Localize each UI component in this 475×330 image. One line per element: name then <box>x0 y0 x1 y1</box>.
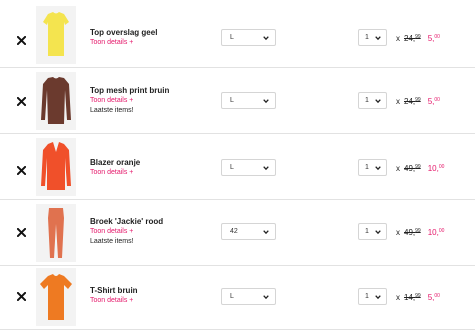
multiplier-sign: x <box>396 33 400 43</box>
chevron-down-icon <box>375 230 381 235</box>
multiplier-sign: x <box>396 292 400 302</box>
cart-row: Broek 'Jackie' rood Toon details + Laats… <box>0 200 475 266</box>
size-value: L <box>230 164 234 171</box>
sale-price: 5,00 <box>427 33 440 43</box>
size-select[interactable]: L <box>221 288 276 305</box>
chevron-down-icon <box>263 295 269 300</box>
price: x 49,99 10,00 <box>396 226 475 238</box>
remove-item-icon[interactable] <box>13 93 29 109</box>
product-name[interactable]: Blazer oranje <box>90 158 210 168</box>
size-value: 42 <box>230 228 238 235</box>
size-value: L <box>230 34 234 41</box>
show-details-link[interactable]: Toon details + <box>90 227 210 237</box>
quantity-value: 1 <box>365 97 369 104</box>
chevron-down-icon <box>263 36 269 41</box>
multiplier-sign: x <box>396 227 400 237</box>
product-image[interactable] <box>36 72 76 130</box>
garment-shape <box>41 77 71 124</box>
remove-item-icon[interactable] <box>13 32 29 48</box>
cart-row: T-Shirt bruin Toon details + L 1 x 14,99… <box>0 264 475 330</box>
quantity-select[interactable]: 1 <box>358 29 387 46</box>
price: x 24,99 5,00 <box>396 32 475 44</box>
price: x 24,99 5,00 <box>396 95 475 107</box>
old-price: 49,99 <box>404 227 421 237</box>
old-price: 49,99 <box>404 163 421 173</box>
stock-notice: Laatste items! <box>90 107 134 114</box>
sale-price: 10,00 <box>427 227 445 237</box>
garment-shape <box>48 208 64 258</box>
quantity-select[interactable]: 1 <box>358 223 387 240</box>
product-name[interactable]: Top mesh print bruin <box>90 86 210 96</box>
old-price: 24,99 <box>404 33 421 43</box>
garment-image <box>48 208 64 258</box>
product-image[interactable] <box>36 6 76 64</box>
garment-image <box>41 77 71 124</box>
show-details-link[interactable]: Toon details + <box>90 38 210 48</box>
show-details-link[interactable]: Toon details + <box>90 96 210 106</box>
chevron-down-icon <box>263 99 269 104</box>
old-price: 14,99 <box>404 292 421 302</box>
remove-item-icon[interactable] <box>13 224 29 240</box>
product-name[interactable]: Broek 'Jackie' rood <box>90 217 210 227</box>
garment-shape <box>43 12 69 56</box>
price: x 14,99 5,00 <box>396 291 475 303</box>
quantity-select[interactable]: 1 <box>358 92 387 109</box>
old-price: 24,99 <box>404 96 421 106</box>
product-image[interactable] <box>36 204 76 262</box>
chevron-down-icon <box>375 99 381 104</box>
remove-item-icon[interactable] <box>13 162 29 178</box>
size-select[interactable]: L <box>221 29 276 46</box>
multiplier-sign: x <box>396 163 400 173</box>
garment-image <box>40 274 72 320</box>
price: x 49,99 10,00 <box>396 162 475 174</box>
product-image[interactable] <box>36 138 76 196</box>
multiplier-sign: x <box>396 96 400 106</box>
product-name[interactable]: Top overslag geel <box>90 28 210 38</box>
chevron-down-icon <box>375 295 381 300</box>
garment-shape <box>40 274 72 320</box>
cart-row: Top overslag geel Toon details + L 1 x 2… <box>0 2 475 68</box>
chevron-down-icon <box>375 166 381 171</box>
cart-row: Top mesh print bruin Toon details + Laat… <box>0 68 475 134</box>
sale-price: 5,00 <box>427 292 440 302</box>
remove-item-icon[interactable] <box>13 288 29 304</box>
size-select[interactable]: L <box>221 159 276 176</box>
show-details-link[interactable]: Toon details + <box>90 168 210 178</box>
quantity-value: 1 <box>365 293 369 300</box>
garment-shape <box>41 142 71 190</box>
size-value: L <box>230 97 234 104</box>
chevron-down-icon <box>263 230 269 235</box>
quantity-select[interactable]: 1 <box>358 159 387 176</box>
garment-image <box>41 142 71 190</box>
quantity-value: 1 <box>365 228 369 235</box>
quantity-value: 1 <box>365 164 369 171</box>
product-name[interactable]: T-Shirt bruin <box>90 286 210 296</box>
garment-image <box>43 12 69 56</box>
product-image[interactable] <box>36 268 76 326</box>
show-details-link[interactable]: Toon details + <box>90 296 210 306</box>
stock-notice: Laatste items! <box>90 238 134 245</box>
quantity-value: 1 <box>365 34 369 41</box>
quantity-select[interactable]: 1 <box>358 288 387 305</box>
chevron-down-icon <box>375 36 381 41</box>
size-select[interactable]: 42 <box>221 223 276 240</box>
size-value: L <box>230 293 234 300</box>
sale-price: 5,00 <box>427 96 440 106</box>
cart-row: Blazer oranje Toon details + L 1 x 49,99… <box>0 134 475 200</box>
size-select[interactable]: L <box>221 92 276 109</box>
chevron-down-icon <box>263 166 269 171</box>
sale-price: 10,00 <box>427 163 445 173</box>
